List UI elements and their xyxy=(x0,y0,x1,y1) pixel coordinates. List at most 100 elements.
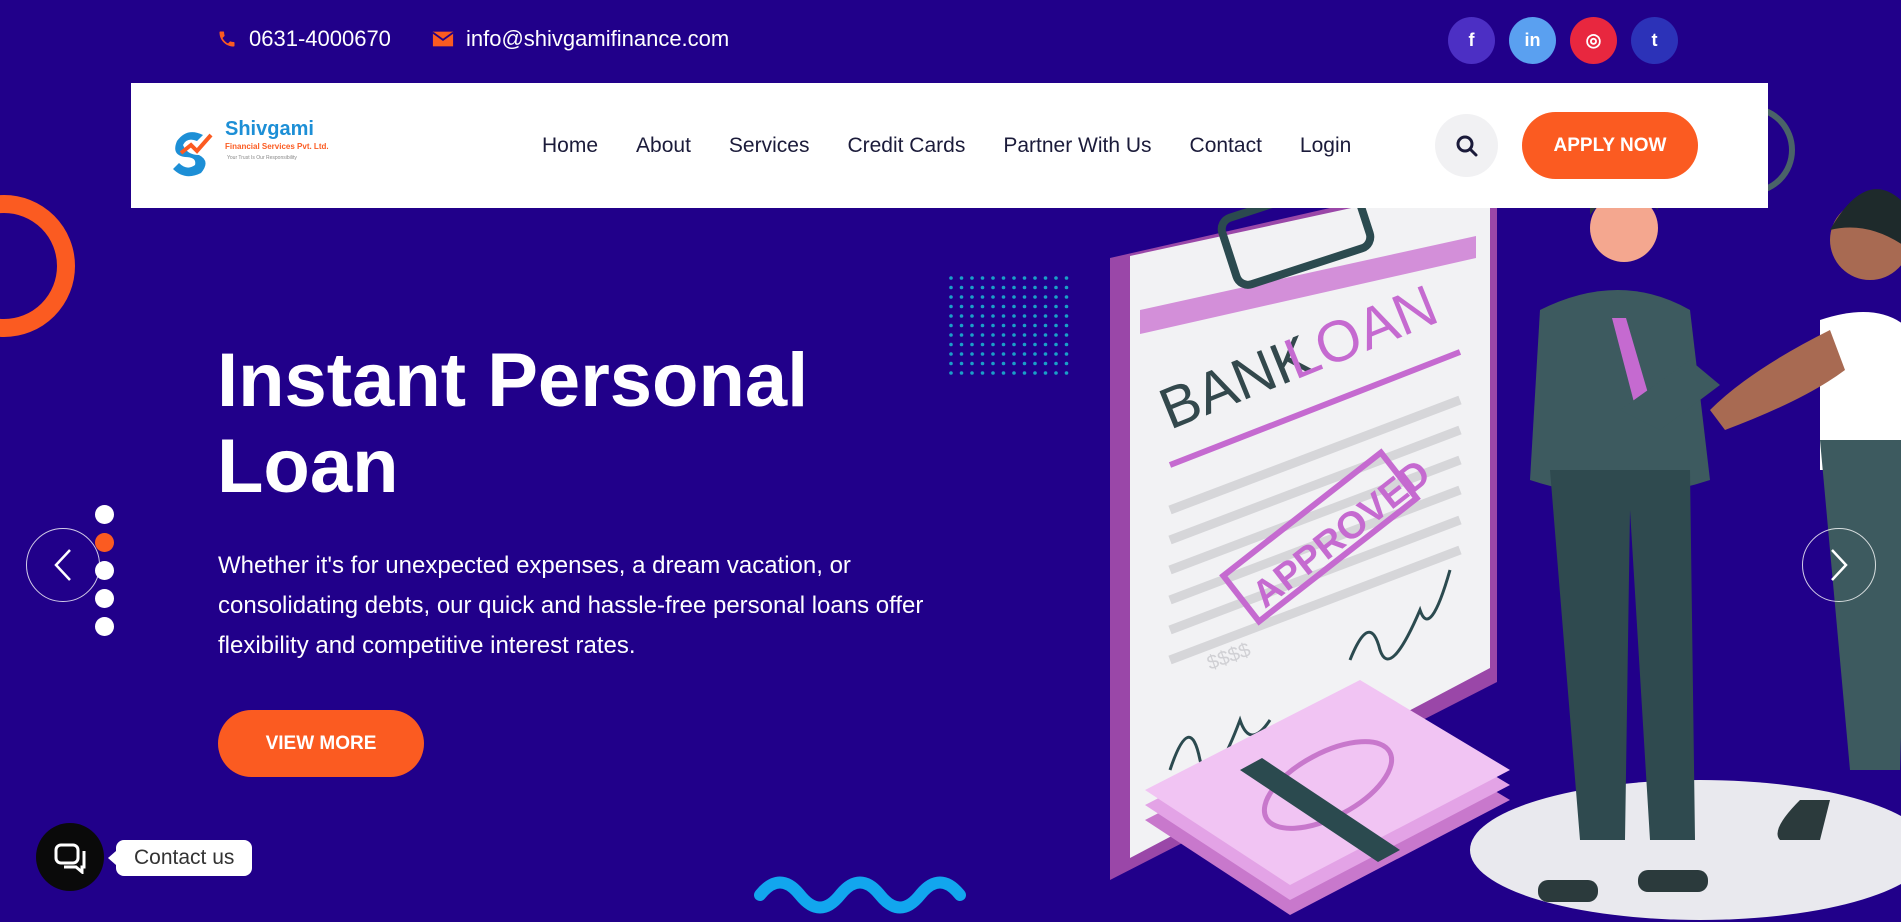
decor-dot xyxy=(1001,276,1006,280)
slide-dot-5[interactable] xyxy=(95,617,114,636)
decor-dot xyxy=(1001,342,1006,347)
nav-partner-with-us[interactable]: Partner With Us xyxy=(1003,134,1151,158)
decor-dot xyxy=(1064,276,1069,280)
businessman-graphic xyxy=(1530,181,1720,902)
decor-dot xyxy=(1064,285,1069,290)
decor-dot xyxy=(1022,371,1027,375)
decor-dot xyxy=(980,342,985,347)
decor-dot xyxy=(959,361,964,366)
decor-dot xyxy=(949,323,953,328)
nav-about[interactable]: About xyxy=(636,134,691,158)
decor-dot xyxy=(1043,304,1048,309)
facebook-icon[interactable]: f xyxy=(1448,17,1495,64)
decor-dot xyxy=(959,333,964,337)
decor-dot xyxy=(980,323,985,328)
nav-contact[interactable]: Contact xyxy=(1190,134,1262,158)
decor-dot xyxy=(1054,314,1058,318)
decor-dot xyxy=(970,285,974,290)
decor-dot xyxy=(1064,323,1069,328)
nav-home[interactable]: Home xyxy=(542,134,598,158)
twitter-icon[interactable]: t xyxy=(1631,17,1678,64)
decor-dot xyxy=(970,276,974,280)
decor-dot xyxy=(1054,352,1058,356)
decor-dot xyxy=(1033,304,1037,309)
decor-dot xyxy=(970,371,974,375)
decor-dot xyxy=(949,371,953,375)
decor-dot xyxy=(991,323,995,328)
hero-description: Whether it's for unexpected expenses, a … xyxy=(218,552,924,659)
decor-dot xyxy=(970,323,974,328)
brand-logo[interactable]: Shivgami Financial Services Pvt. Ltd. Yo… xyxy=(171,117,331,177)
slider-prev-button[interactable] xyxy=(26,528,100,602)
top-bar: 0631-4000670 info@shivgamifinance.com f … xyxy=(0,0,1901,82)
slide-dot-1[interactable] xyxy=(95,505,114,524)
phone-icon xyxy=(219,31,235,47)
decor-dot xyxy=(1043,295,1048,299)
decor-dot xyxy=(1064,295,1069,299)
decor-dot xyxy=(959,295,964,299)
decor-dot xyxy=(1012,352,1016,356)
decor-dot xyxy=(1022,352,1027,356)
email-contact[interactable]: info@shivgamifinance.com xyxy=(432,26,729,52)
doc-word-loan: LOAN xyxy=(1276,273,1447,392)
search-button[interactable] xyxy=(1435,114,1498,177)
decor-dot xyxy=(1033,276,1037,280)
decor-dot xyxy=(1033,352,1037,356)
decor-dot xyxy=(1012,285,1016,290)
decor-dot xyxy=(1064,342,1069,347)
decor-dot xyxy=(959,342,964,347)
slider-next-button[interactable] xyxy=(1802,528,1876,602)
money-mark: $$$$ xyxy=(1204,639,1253,675)
decor-dot xyxy=(1043,285,1048,290)
svg-text:Your Trust Is Our Responsibili: Your Trust Is Our Responsibility xyxy=(227,155,297,161)
decor-dot xyxy=(1012,304,1016,309)
linkedin-icon[interactable]: in xyxy=(1509,17,1556,64)
decor-dot xyxy=(1012,371,1016,375)
decor-dot xyxy=(980,295,985,299)
decor-dot xyxy=(980,285,985,290)
nav-credit-cards[interactable]: Credit Cards xyxy=(847,134,965,158)
decor-dot xyxy=(970,352,974,356)
decor-dot xyxy=(959,323,964,328)
decor-dot xyxy=(991,314,995,318)
slide-dot-2[interactable] xyxy=(95,533,114,552)
decor-dot xyxy=(1001,314,1006,318)
mail-icon xyxy=(432,31,454,47)
decor-dot xyxy=(1001,333,1006,337)
decor-dot xyxy=(980,333,985,337)
chat-widget-label[interactable]: Contact us xyxy=(107,840,253,876)
decor-dot xyxy=(1054,333,1058,337)
apply-now-button[interactable]: APPLY NOW xyxy=(1522,112,1698,179)
svg-text:Financial Services Pvt. Ltd.: Financial Services Pvt. Ltd. xyxy=(225,142,329,151)
view-more-button[interactable]: VIEW MORE xyxy=(218,710,424,777)
decor-dot xyxy=(1054,276,1058,280)
decor-dot xyxy=(1012,323,1016,328)
decor-dot xyxy=(1001,304,1006,309)
decor-dot xyxy=(949,276,953,280)
decor-dot xyxy=(991,371,995,375)
decor-dot xyxy=(1022,333,1027,337)
decor-dot xyxy=(1022,285,1027,290)
decor-dot xyxy=(959,304,964,309)
decor-dot xyxy=(1001,361,1006,366)
decor-dot xyxy=(1064,314,1069,318)
decor-dot xyxy=(1001,295,1006,299)
nav-login[interactable]: Login xyxy=(1300,134,1351,158)
decor-dot xyxy=(980,304,985,309)
chat-widget-button[interactable] xyxy=(36,823,104,891)
decor-dot xyxy=(1012,333,1016,337)
phone-contact[interactable]: 0631-4000670 xyxy=(217,26,391,52)
decor-dot-grid xyxy=(949,276,1069,375)
instagram-icon[interactable]: ◎ xyxy=(1570,17,1617,64)
decor-dot xyxy=(1043,323,1048,328)
slide-dot-4[interactable] xyxy=(95,589,114,608)
decor-dot xyxy=(1064,333,1069,337)
decor-dot xyxy=(1064,304,1069,309)
businesswoman-graphic xyxy=(1710,189,1901,840)
decor-dot xyxy=(991,304,995,309)
stamp-approved: APPROVED xyxy=(1244,452,1438,616)
nav-services[interactable]: Services xyxy=(729,134,810,158)
decor-dot xyxy=(1012,342,1016,347)
decor-dot xyxy=(1033,295,1037,299)
decor-dot xyxy=(1022,342,1027,347)
